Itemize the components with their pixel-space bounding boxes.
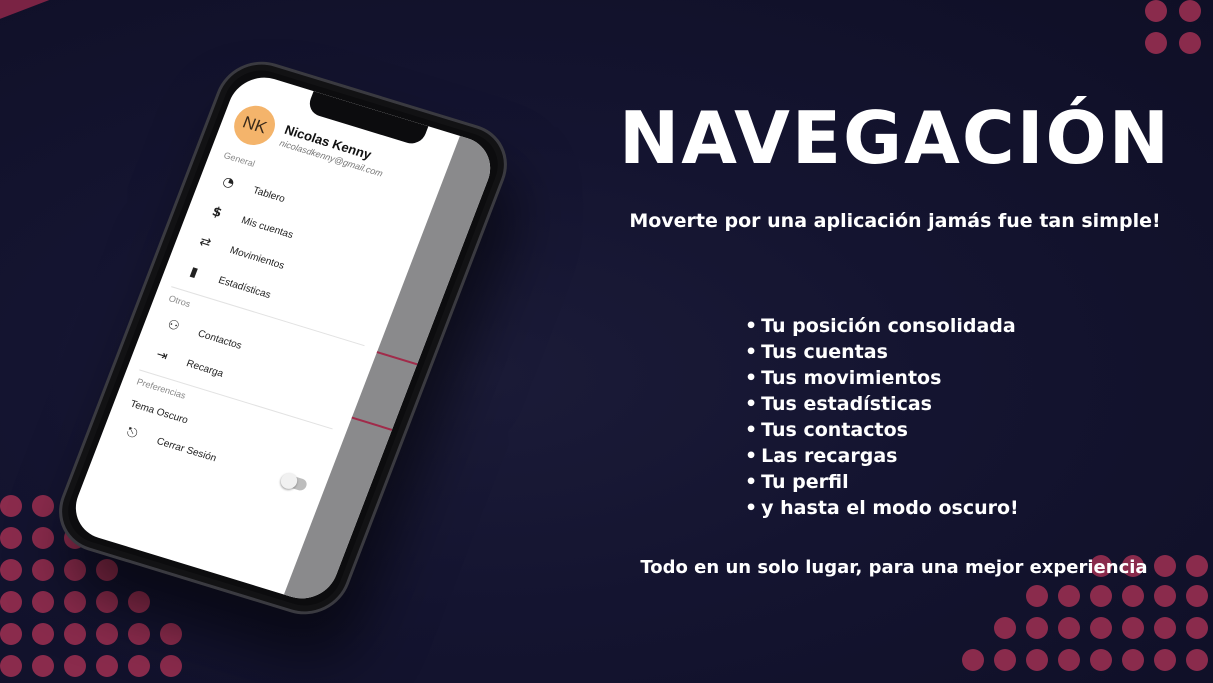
decorative-stripe <box>0 0 391 56</box>
feature-list: Tu posición consolidada Tus cuentas Tus … <box>745 313 1019 521</box>
bar-chart-icon: ▮ <box>187 264 201 281</box>
feature-item: Tus estadísticas <box>745 391 1019 417</box>
page-subtitle: Moverte por una aplicación jamás fue tan… <box>629 210 1161 232</box>
drawer-item-label: Recarga <box>184 357 225 380</box>
drawer-item-label: Tablero <box>251 184 287 205</box>
feature-item: Tu posición consolidada <box>745 313 1019 339</box>
dark-mode-toggle[interactable] <box>281 473 309 492</box>
footer-tagline: Todo en un solo lugar, para una mejor ex… <box>640 557 1148 578</box>
drawer-item-label: Estadísticas <box>216 274 273 301</box>
page-title: NAVEGACIÓN <box>619 96 1171 180</box>
feature-item: Tus cuentas <box>745 339 1019 365</box>
logout-icon: ⎋ <box>124 424 140 442</box>
feature-item: Tus movimientos <box>745 365 1019 391</box>
decorative-dots-top-right <box>1145 0 1213 60</box>
speedometer-icon: ◔ <box>220 173 237 191</box>
drawer-item-label: Contactos <box>196 327 244 352</box>
dollar-icon: $ <box>209 203 224 221</box>
phone-screen: NK Nicolas Kenny nicolasdkenny@gmail.com… <box>65 69 501 607</box>
contacts-icon: ⚇ <box>165 316 182 335</box>
feature-item: y hasta el modo oscuro! <box>745 495 1019 521</box>
phone-frame: NK Nicolas Kenny nicolasdkenny@gmail.com… <box>46 50 520 626</box>
phone-mockup: NK Nicolas Kenny nicolasdkenny@gmail.com… <box>46 50 520 630</box>
recharge-icon: ⇥ <box>154 346 170 364</box>
feature-item: Las recargas <box>745 443 1019 469</box>
avatar: NK <box>228 100 281 150</box>
drawer-item-label: Movimientos <box>228 244 286 272</box>
drawer-item-label: Mis cuentas <box>239 214 295 241</box>
feature-item: Tus contactos <box>745 417 1019 443</box>
feature-item: Tu perfil <box>745 469 1019 495</box>
transfer-icon: ⇄ <box>197 233 214 251</box>
